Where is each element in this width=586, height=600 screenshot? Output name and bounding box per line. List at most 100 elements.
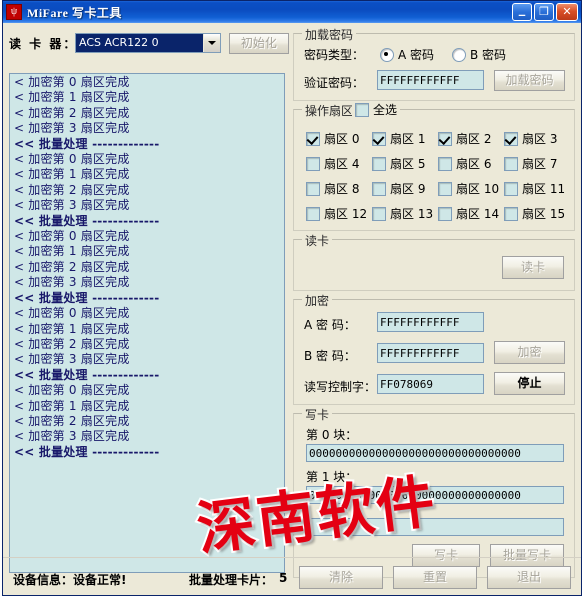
load-password-button[interactable]: 加载密码 xyxy=(494,70,565,91)
sector-checkbox-15[interactable]: 扇区 15 xyxy=(504,205,570,222)
sector-checkbox-label: 扇区 6 xyxy=(456,157,492,171)
close-button[interactable]: ✕ xyxy=(556,3,578,21)
reader-row: 读 卡 器： ACS ACR122 0 初始化 xyxy=(9,31,289,55)
chevron-down-icon[interactable] xyxy=(202,34,220,52)
sector-checkbox-3[interactable]: 扇区 3 xyxy=(504,130,570,147)
log-line: < 加密第 3 扇区完成 xyxy=(14,121,130,136)
sector-checkbox-label: 扇区 12 xyxy=(324,207,368,221)
log-line: < 加密第 3 扇区完成 xyxy=(14,198,130,213)
clear-button[interactable]: 清除 xyxy=(299,566,383,589)
sector-checkbox-5[interactable]: 扇区 5 xyxy=(372,155,438,172)
verify-password-label: 验证密码： xyxy=(304,76,365,90)
log-line: < 加密第 2 扇区完成 xyxy=(14,336,130,351)
sector-checkbox-box xyxy=(372,131,386,146)
log-line: < 加密第 1 扇区完成 xyxy=(14,398,130,413)
sector-checkbox-13[interactable]: 扇区 13 xyxy=(372,205,438,222)
block0-label: 第 0 块： xyxy=(306,428,358,442)
log-line: < 加密第 1 扇区完成 xyxy=(14,90,130,105)
select-all-box xyxy=(355,102,369,117)
sector-checkbox-8[interactable]: 扇区 8 xyxy=(306,180,372,197)
minimize-button[interactable]: _ xyxy=(512,3,532,21)
sector-checkbox-box xyxy=(504,181,518,196)
sector-group: 操作扇区 全选 扇区 0 扇区 1 扇区 2 扇区 3 扇区 4 扇区 5 扇区 6 扇区 7… xyxy=(293,101,575,231)
reader-select[interactable]: ACS ACR122 0 xyxy=(75,33,221,53)
sector-checkbox-label: 扇区 8 xyxy=(324,182,360,196)
sector-checkbox-2[interactable]: 扇区 2 xyxy=(438,130,504,147)
log-line: < 加密第 1 扇区完成 xyxy=(14,244,130,259)
select-all-checkbox[interactable]: 全选 xyxy=(352,101,401,118)
sector-checkbox-box xyxy=(306,181,320,196)
sector-checkbox-label: 扇区 14 xyxy=(456,207,500,221)
log-line: < 加密第 2 扇区完成 xyxy=(14,413,130,428)
radio-password-b[interactable]: B 密码 xyxy=(452,46,506,63)
block-extra-input[interactable] xyxy=(306,518,564,536)
stop-button[interactable]: 停止 xyxy=(494,372,565,395)
maximize-icon: ❐ xyxy=(539,5,549,18)
sector-checkbox-label: 扇区 0 xyxy=(324,132,360,146)
sector-checkbox-label: 扇区 3 xyxy=(522,132,558,146)
sector-checkbox-6[interactable]: 扇区 6 xyxy=(438,155,504,172)
sector-group-title: 操作扇区 xyxy=(302,102,357,119)
radio-password-a[interactable]: A 密码 xyxy=(380,46,434,63)
reader-label: 读 卡 器： xyxy=(9,36,78,51)
sector-checkbox-label: 扇区 10 xyxy=(456,182,500,196)
sector-checkbox-11[interactable]: 扇区 11 xyxy=(504,180,570,197)
sector-checkbox-7[interactable]: 扇区 7 xyxy=(504,155,570,172)
sector-checkbox-box xyxy=(438,156,452,171)
log-line: < 加密第 0 扇区完成 xyxy=(14,229,130,244)
sector-checkbox-box xyxy=(504,131,518,146)
initialize-button[interactable]: 初始化 xyxy=(228,32,289,54)
log-line: < 加密第 2 扇区完成 xyxy=(14,105,130,120)
window-controls: _ ❐ ✕ xyxy=(512,3,578,21)
log-line: < 加密第 0 扇区完成 xyxy=(14,75,130,89)
log-list[interactable]: < 加密第 0 扇区完成 < 加密第 1 扇区完成 < 加密第 2 扇区完成 < 加密… xyxy=(9,73,285,573)
log-line: < 加密第 3 扇区完成 xyxy=(14,275,130,290)
sector-checkbox-label: 扇区 1 xyxy=(390,132,426,146)
sector-checkbox-0[interactable]: 扇区 0 xyxy=(306,130,372,147)
key-b-label: B 密 码： xyxy=(304,349,356,363)
sector-checkbox-label: 扇区 7 xyxy=(522,157,558,171)
exit-button[interactable]: 退出 xyxy=(487,566,571,589)
title-bar: ψ MiFare 写卡工具 _ ❐ ✕ xyxy=(3,1,581,23)
encrypt-group: 加密 A 密 码： FFFFFFFFFFFF B 密 码： FFFFFFFFFF… xyxy=(293,292,575,405)
key-b-input[interactable]: FFFFFFFFFFFF xyxy=(377,343,484,363)
minimize-icon: _ xyxy=(518,2,526,17)
radio-a-dot xyxy=(380,47,394,62)
key-a-input[interactable]: FFFFFFFFFFFF xyxy=(377,312,484,332)
left-panel: 读 卡 器： ACS ACR122 0 初始化 xyxy=(9,27,289,55)
load-password-group-title: 加载密码 xyxy=(302,26,357,43)
sector-checkbox-label: 扇区 9 xyxy=(390,182,426,196)
batch-count-label: 批量处理卡片： xyxy=(189,573,274,587)
sector-checkbox-12[interactable]: 扇区 12 xyxy=(306,205,372,222)
log-line: < 加密第 2 扇区完成 xyxy=(14,182,130,197)
sector-checkbox-10[interactable]: 扇区 10 xyxy=(438,180,504,197)
client-area: 读 卡 器： ACS ACR122 0 初始化 < 加密第 0 扇区完成 < 加密… xyxy=(3,23,581,595)
log-line: < 加密第 0 扇区完成 xyxy=(14,383,130,398)
write-card-group: 写卡 第 0 块： 000000000000000000000000000000… xyxy=(293,406,575,578)
encrypt-button[interactable]: 加密 xyxy=(494,341,565,364)
log-line: << 批量处理 ------------- xyxy=(14,136,160,151)
log-line: << 批量处理 ------------- xyxy=(14,444,160,459)
sector-checkbox-1[interactable]: 扇区 1 xyxy=(372,130,438,147)
reset-button[interactable]: 重置 xyxy=(393,566,477,589)
sector-checkbox-4[interactable]: 扇区 4 xyxy=(306,155,372,172)
reader-select-value: ACS ACR122 0 xyxy=(76,34,203,52)
read-card-button[interactable]: 读卡 xyxy=(502,256,564,279)
sector-checkbox-9[interactable]: 扇区 9 xyxy=(372,180,438,197)
block0-input[interactable]: 00000000000000000000000000000000 xyxy=(306,444,564,462)
load-password-group: 加载密码 密码类型： A 密码 B 密码 验证密码： FFFFFFFFFFFF … xyxy=(293,26,575,101)
log-line: < 加密第 1 扇区完成 xyxy=(14,321,130,336)
sector-checkbox-box xyxy=(504,156,518,171)
verify-password-input[interactable]: FFFFFFFFFFFF xyxy=(377,70,484,90)
access-bits-input[interactable]: FF078069 xyxy=(377,374,484,394)
sector-checkbox-14[interactable]: 扇区 14 xyxy=(438,205,504,222)
batch-count-value: 5 xyxy=(279,571,288,585)
sector-checkbox-label: 扇区 13 xyxy=(390,207,434,221)
sector-checkbox-box xyxy=(372,206,386,221)
password-type-label: 密码类型： xyxy=(304,48,365,62)
maximize-button[interactable]: ❐ xyxy=(534,3,554,21)
log-line: << 批量处理 ------------- xyxy=(14,290,160,305)
sector-checkbox-box xyxy=(438,131,452,146)
block1-input[interactable]: 00000000000000000000000000000000 xyxy=(306,486,564,504)
log-line: < 加密第 0 扇区完成 xyxy=(14,306,130,321)
